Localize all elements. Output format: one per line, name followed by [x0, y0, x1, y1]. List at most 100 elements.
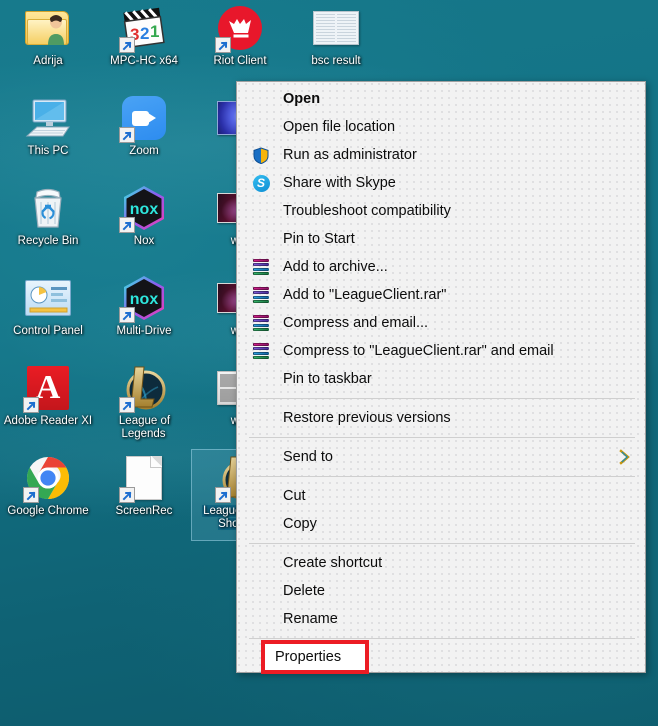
desktop-icon-label: League of Legends	[97, 415, 191, 441]
nox-icon: nox	[119, 274, 168, 323]
desktop-icon-label-text: This PC	[27, 145, 69, 157]
menu-item-label: Restore previous versions	[283, 410, 451, 426]
desktop-icon-label-text: Google Chrome	[7, 505, 89, 517]
menu-item-label: Troubleshoot compatibility	[283, 203, 451, 219]
desktop-icon-label-text: Nox	[133, 235, 155, 247]
menu-item-open[interactable]: Open	[237, 85, 645, 113]
menu-item-label: Compress to "LeagueClient.rar" and email	[283, 343, 554, 359]
menu-item-label: Delete	[283, 583, 325, 599]
desktop-icon-label: Recycle Bin	[1, 235, 95, 248]
menu-item-label: Open	[283, 91, 321, 107]
desktop-icon-this-pc[interactable]: This PC	[0, 90, 96, 180]
chrome-icon	[23, 454, 72, 503]
shortcut-arrow-icon	[119, 397, 135, 413]
menu-item-label: Pin to Start	[283, 231, 355, 247]
menu-item-run-as-administrator[interactable]: Run as administrator	[237, 141, 645, 169]
menu-item-copy[interactable]: Copy	[237, 510, 645, 538]
desktop-icon-label-text: Control Panel	[13, 325, 83, 337]
menu-item-add-to-archive[interactable]: Add to archive...	[237, 253, 645, 281]
desktop-icon-adrija[interactable]: Adrija	[0, 0, 96, 90]
shortcut-arrow-icon	[215, 37, 231, 53]
desktop-icon-riot-client[interactable]: Riot Client	[192, 0, 288, 90]
menu-item-label: Share with Skype	[283, 175, 396, 191]
nox-icon: nox	[119, 184, 168, 233]
desktop-icon-label-text: Multi-Drive	[116, 325, 172, 337]
menu-item-cut[interactable]: Cut	[237, 482, 645, 510]
desktop-icon-label-text: ScreenRec	[115, 505, 173, 517]
shortcut-arrow-icon	[119, 307, 135, 323]
recycle-bin-icon	[24, 184, 72, 232]
svg-text:2: 2	[140, 24, 149, 43]
shortcut-arrow-icon	[23, 397, 39, 413]
menu-item-send-to[interactable]: Send to	[237, 443, 645, 471]
menu-item-properties[interactable]: Properties	[261, 640, 369, 674]
desktop-icon-league-of-legends[interactable]: League of Legends	[96, 360, 192, 450]
desktop-icon-label-text: Riot Client	[213, 55, 267, 67]
zoom-icon	[119, 94, 168, 143]
menu-item-compress-to-leagueclient-rar-and-email[interactable]: Compress to "LeagueClient.rar" and email	[237, 337, 645, 365]
svg-text:nox: nox	[130, 291, 159, 308]
menu-item-label: Copy	[283, 516, 317, 532]
menu-item-label: Run as administrator	[283, 147, 417, 163]
shortcut-arrow-icon	[215, 487, 231, 503]
desktop-icon-label: Nox	[97, 235, 191, 248]
menu-item-open-file-location[interactable]: Open file location	[237, 113, 645, 141]
menu-separator	[249, 543, 635, 544]
menu-item-label: Open file location	[283, 119, 396, 135]
desktop-icon-zoom[interactable]: Zoom	[96, 90, 192, 180]
desktop-icon-label-text: Recycle Bin	[17, 235, 79, 247]
menu-item-label: Send to	[283, 449, 333, 465]
menu-item-rename[interactable]: Rename	[237, 605, 645, 633]
desktop-icon-label: Riot Client	[193, 55, 287, 68]
menu-item-pin-to-start[interactable]: Pin to Start	[237, 225, 645, 253]
menu-separator	[249, 476, 635, 477]
menu-item-add-to-leagueclient-rar[interactable]: Add to "LeagueClient.rar"	[237, 281, 645, 309]
menu-item-label: Add to "LeagueClient.rar"	[283, 287, 447, 303]
desktop-icon-multi-drive[interactable]: nox Multi-Drive	[96, 270, 192, 360]
desktop-icon-nox[interactable]: nox Nox	[96, 180, 192, 270]
desktop-icon-recycle-bin[interactable]: Recycle Bin	[0, 180, 96, 270]
winrar-icon	[252, 286, 270, 304]
shortcut-arrow-icon	[23, 487, 39, 503]
desktop-icon-label-text: MPC-HC x64	[110, 55, 178, 67]
menu-item-pin-to-taskbar[interactable]: Pin to taskbar	[237, 365, 645, 393]
menu-item-restore-previous-versions[interactable]: Restore previous versions	[237, 404, 645, 432]
menu-item-create-shortcut[interactable]: Create shortcut	[237, 549, 645, 577]
context-menu[interactable]: Open Open file location Run as administrat…	[236, 81, 646, 674]
this-pc-icon	[24, 94, 72, 142]
desktop-icon-google-chrome[interactable]: Google Chrome	[0, 450, 96, 540]
desktop-icon-adobe-reader-xi[interactable]: A Adobe Reader XI	[0, 360, 96, 450]
shortcut-arrow-icon	[119, 37, 135, 53]
desktop-icon-label-text: Adrija	[33, 55, 63, 67]
menu-item-delete[interactable]: Delete	[237, 577, 645, 605]
menu-item-label: Rename	[283, 611, 338, 627]
desktop-icon-label: Zoom	[97, 145, 191, 158]
svg-text:nox: nox	[130, 201, 159, 218]
menu-item-compress-and-email[interactable]: Compress and email...	[237, 309, 645, 337]
menu-item-label: Create shortcut	[283, 555, 383, 571]
desktop-icon-mpc-hc-x64[interactable]: 3 2 1 MPC-HC x64	[96, 0, 192, 90]
desktop[interactable]: bsc result Adrija 3 2 1 MPC-HC x64 Riot Clien…	[0, 0, 658, 726]
shortcut-arrow-icon	[119, 127, 135, 143]
chevron-right-icon	[618, 449, 631, 465]
menu-item-share-with-skype[interactable]: S Share with Skype	[237, 169, 645, 197]
menu-item-troubleshoot-compatibility[interactable]: Troubleshoot compatibility	[237, 197, 645, 225]
doc-thumb-icon	[312, 4, 360, 52]
menu-separator	[249, 638, 635, 639]
folder-user-icon	[24, 4, 72, 52]
desktop-icon-screenrec[interactable]: ScreenRec	[96, 450, 192, 540]
desktop-icon-label: Multi-Drive	[97, 325, 191, 338]
skype-icon: S	[252, 174, 270, 192]
desktop-icon-bsc-result[interactable]: bsc result	[288, 0, 384, 90]
menu-item-label: Add to archive...	[283, 259, 388, 275]
menu-item-label: Compress and email...	[283, 315, 429, 331]
desktop-icon-control-panel[interactable]: Control Panel	[0, 270, 96, 360]
bsc-result-label: bsc result	[311, 55, 361, 67]
menu-item-label: Pin to taskbar	[283, 371, 372, 387]
desktop-icon-label: bsc result	[289, 55, 383, 68]
riot-icon	[215, 4, 264, 53]
desktop-icon-label: This PC	[1, 145, 95, 158]
svg-text:1: 1	[150, 22, 159, 41]
desktop-icon-label: Google Chrome	[1, 505, 95, 518]
mpc-hc-icon: 321	[119, 4, 168, 53]
